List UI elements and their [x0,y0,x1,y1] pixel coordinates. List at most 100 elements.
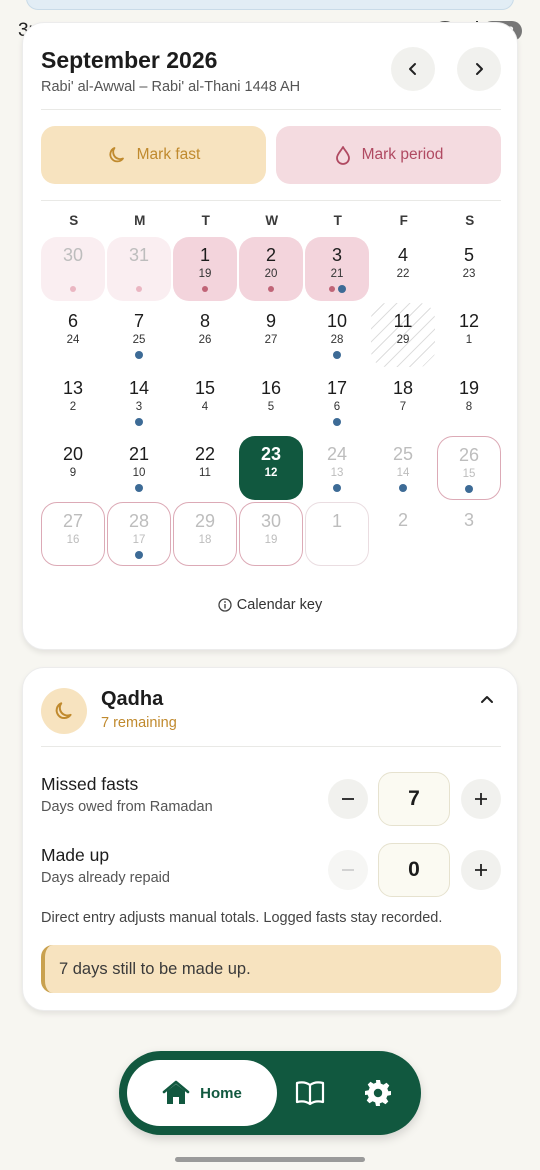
day-cell[interactable]: 5 23 [437,237,501,301]
hijri-day: 5 [267,400,275,413]
hijri-day: 21 [330,268,344,280]
fast-dot [333,483,341,492]
hijri-day: 19 [198,268,212,280]
day-number: 25 [392,443,414,464]
hijri-day: 10 [132,466,146,479]
day-cell[interactable]: 19 8 [437,370,501,434]
day-number: 15 [194,377,216,398]
madeup-decrement-button[interactable] [328,850,368,890]
day-number: 20 [62,443,84,464]
day-markers [108,551,170,560]
chevron-up-icon [481,696,493,703]
hijri-day: 14 [396,466,410,479]
day-cell[interactable]: 10 28 [305,303,369,367]
collapse-button[interactable] [475,688,499,712]
hijri-day: 2 [69,400,77,413]
day-cell[interactable]: 15 4 [173,370,237,434]
day-cell[interactable]: 8 26 [173,303,237,367]
day-cell[interactable]: 21 10 [107,436,171,500]
hijri-day: 28 [330,334,344,347]
day-markers [107,286,171,294]
day-cell[interactable]: 1 19 [173,237,237,301]
hijri-day: 11 [199,466,211,479]
minus-icon [342,869,354,871]
day-number: 28 [128,511,150,532]
nav-home[interactable]: Home [127,1060,277,1126]
day-cell[interactable]: 2 20 [239,237,303,301]
day-cell[interactable]: 1 [305,502,369,567]
made-up-input[interactable]: 0 [378,843,450,897]
day-markers [305,417,369,427]
day-cell[interactable]: 11 29 [371,303,435,368]
header-divider [41,109,501,110]
plus-icon [475,793,487,805]
day-cell[interactable]: 31 [107,237,171,301]
missed-fasts-subtitle: Days owed from Ramadan [41,799,213,815]
calendar-key-button[interactable]: Calendar key [23,597,517,613]
hijri-day: 25 [132,334,146,347]
weekday-label: T [333,213,343,228]
day-cell[interactable]: 22 11 [173,436,237,500]
day-cell[interactable]: 3 21 [305,237,369,301]
hijri-day: 6 [333,400,341,413]
day-number: 19 [458,377,480,398]
nav-settings[interactable] [360,1075,396,1111]
day-cell[interactable]: 17 6 [305,370,369,434]
day-cell[interactable]: 23 12 [239,435,303,500]
day-number: 29 [194,511,216,532]
day-number: 9 [265,311,276,332]
mark-period-button[interactable]: Mark period [276,126,501,184]
day-cell[interactable]: 12 1 [437,303,501,367]
hijri-day: 8 [465,400,473,413]
day-number: 10 [326,311,348,332]
day-cell[interactable]: 26 15 [437,435,501,500]
missed-fasts-title: Missed fasts [41,774,139,794]
day-cell[interactable]: 9 27 [239,303,303,367]
day-cell[interactable]: 25 14 [371,436,435,500]
day-cell[interactable]: 24 13 [305,436,369,500]
day-number: 12 [458,311,480,332]
day-cell[interactable]: 30 [41,237,105,301]
next-month-button[interactable] [457,47,501,91]
day-cell[interactable]: 20 9 [41,436,105,500]
nav-learn[interactable] [292,1075,328,1111]
madeup-increment-button[interactable] [461,850,501,890]
missed-decrement-button[interactable] [328,779,368,819]
day-cell[interactable]: 4 22 [371,237,435,301]
weekday-label: T [201,213,211,228]
day-cell[interactable]: 16 5 [239,370,303,434]
day-markers [41,286,105,294]
minus-icon [342,798,354,800]
settings-icon [365,1080,391,1106]
day-number: 3 [331,245,342,265]
mark-fast-button[interactable]: Mark fast [41,126,266,184]
prev-month-button[interactable] [391,47,435,91]
day-cell[interactable]: 27 16 [41,502,105,567]
day-cell[interactable]: 29 18 [173,502,237,567]
day-cell[interactable]: 30 19 [239,502,303,567]
day-cell[interactable]: 6 24 [41,303,105,367]
day-cell[interactable]: 18 7 [371,370,435,434]
day-cell[interactable]: 3 [437,502,501,566]
day-markers [173,286,237,294]
day-cell[interactable]: 2 [371,502,435,566]
day-cell[interactable]: 28 17 [107,502,171,567]
period-dot [328,286,335,292]
hijri-day: 20 [264,268,278,280]
day-number: 4 [397,245,408,265]
day-number: 11 [393,311,413,332]
day-number: 14 [128,377,150,398]
missed-increment-button[interactable] [461,779,501,819]
day-cell[interactable]: 14 3 [107,370,171,434]
day-number: 23 [260,443,282,464]
moon-icon [55,702,72,719]
fast-dot [399,483,407,492]
qadha-remaining: 7 remaining [101,715,177,731]
day-cell[interactable]: 7 25 [107,303,171,367]
day-cell[interactable]: 13 2 [41,370,105,434]
fast-dot [135,483,143,492]
made-up-title: Made up [41,845,110,865]
day-number: 1 [331,511,342,532]
hijri-day: 18 [198,534,212,547]
missed-fasts-input[interactable]: 7 [378,772,450,826]
